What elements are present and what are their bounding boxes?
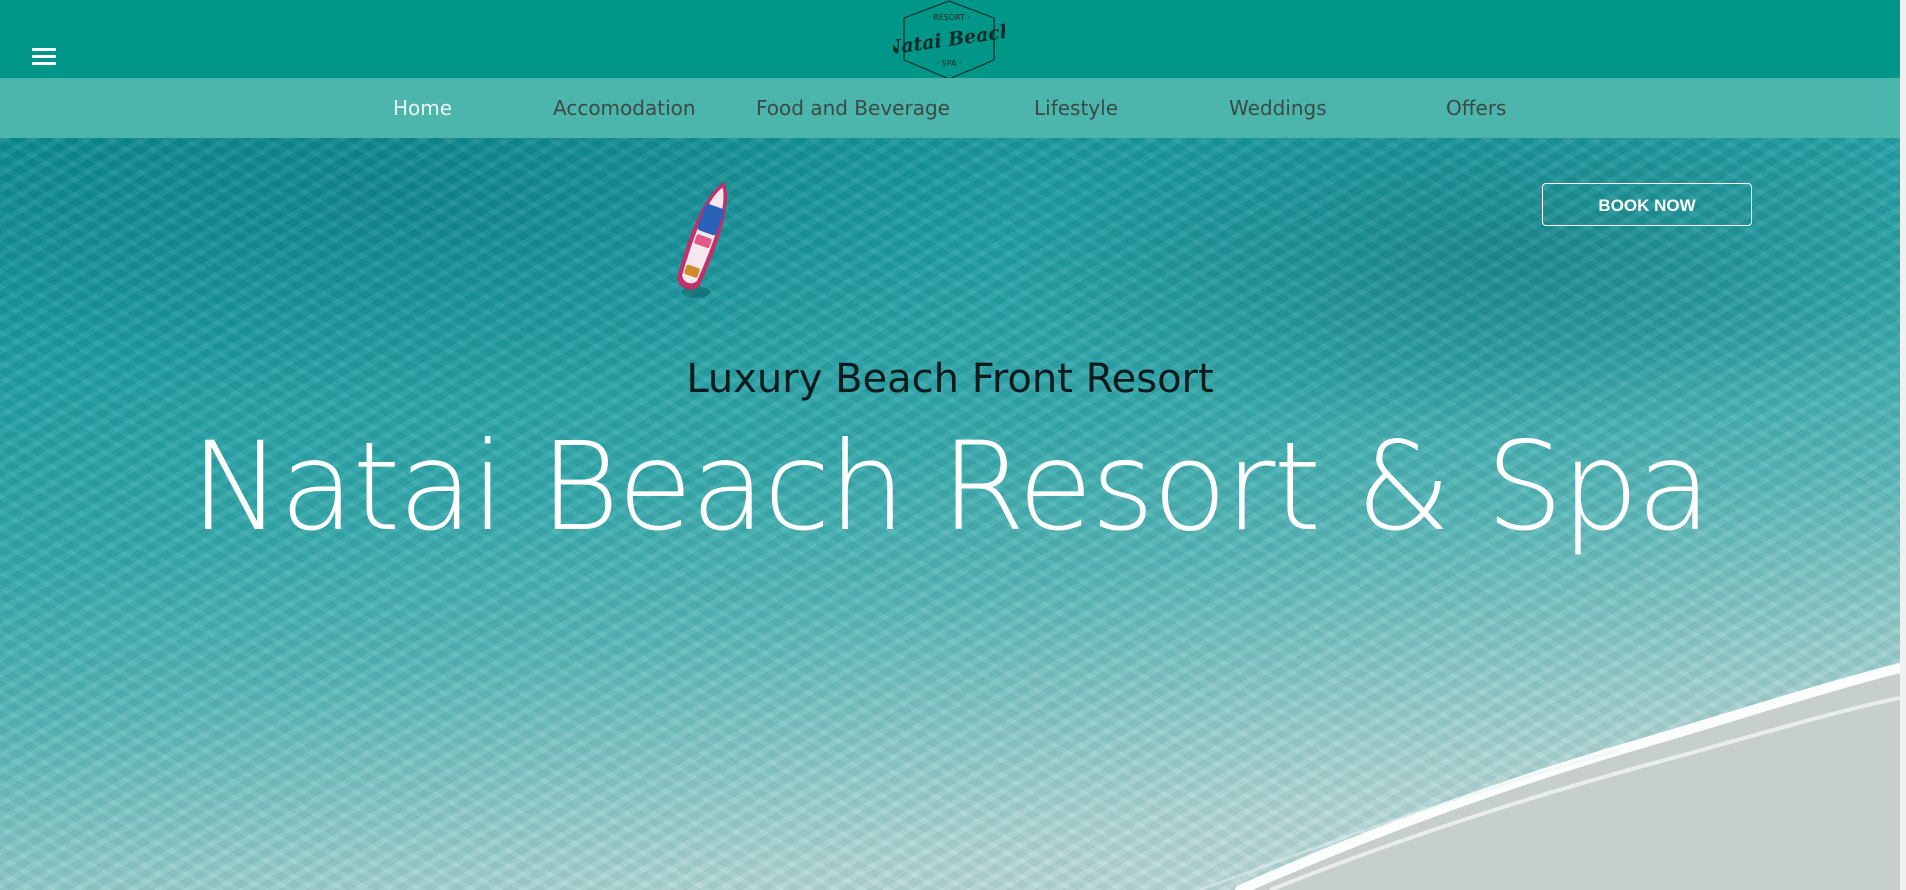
- logo-top-text: · RESORT ·: [928, 13, 970, 22]
- site-logo[interactable]: · RESORT · Natai Beach · SPA ·: [893, 0, 1005, 80]
- page-scrollbar[interactable]: [1900, 0, 1906, 890]
- nav-item-food-and-beverage[interactable]: Food and Beverage: [756, 78, 950, 138]
- book-now-button[interactable]: BOOK NOW: [1542, 183, 1752, 226]
- hero-title: Natai Beach Resort & Spa: [190, 416, 1711, 558]
- nav-item-lifestyle[interactable]: Lifestyle: [1034, 78, 1118, 138]
- logo-hexagon: · RESORT · Natai Beach · SPA ·: [893, 0, 1005, 80]
- main-nav: Home Accomodation Food and Beverage Life…: [0, 78, 1900, 138]
- page: · RESORT · Natai Beach · SPA · Home Acco…: [0, 0, 1906, 890]
- logo-main-text: Natai Beach: [893, 20, 1005, 60]
- logo-bottom-text: · SPA ·: [936, 59, 961, 68]
- nav-item-weddings[interactable]: Weddings: [1229, 78, 1327, 138]
- boat-image: [677, 181, 727, 298]
- hamburger-menu-icon[interactable]: [32, 48, 56, 68]
- hero-tagline: Luxury Beach Front Resort: [686, 356, 1214, 402]
- hero-banner: BOOK NOW Luxury Beach Front Resort Natai…: [0, 138, 1900, 890]
- nav-item-home[interactable]: Home: [393, 78, 452, 138]
- nav-item-offers[interactable]: Offers: [1446, 78, 1506, 138]
- top-header: · RESORT · Natai Beach · SPA ·: [0, 0, 1900, 80]
- nav-item-accomodation[interactable]: Accomodation: [553, 78, 696, 138]
